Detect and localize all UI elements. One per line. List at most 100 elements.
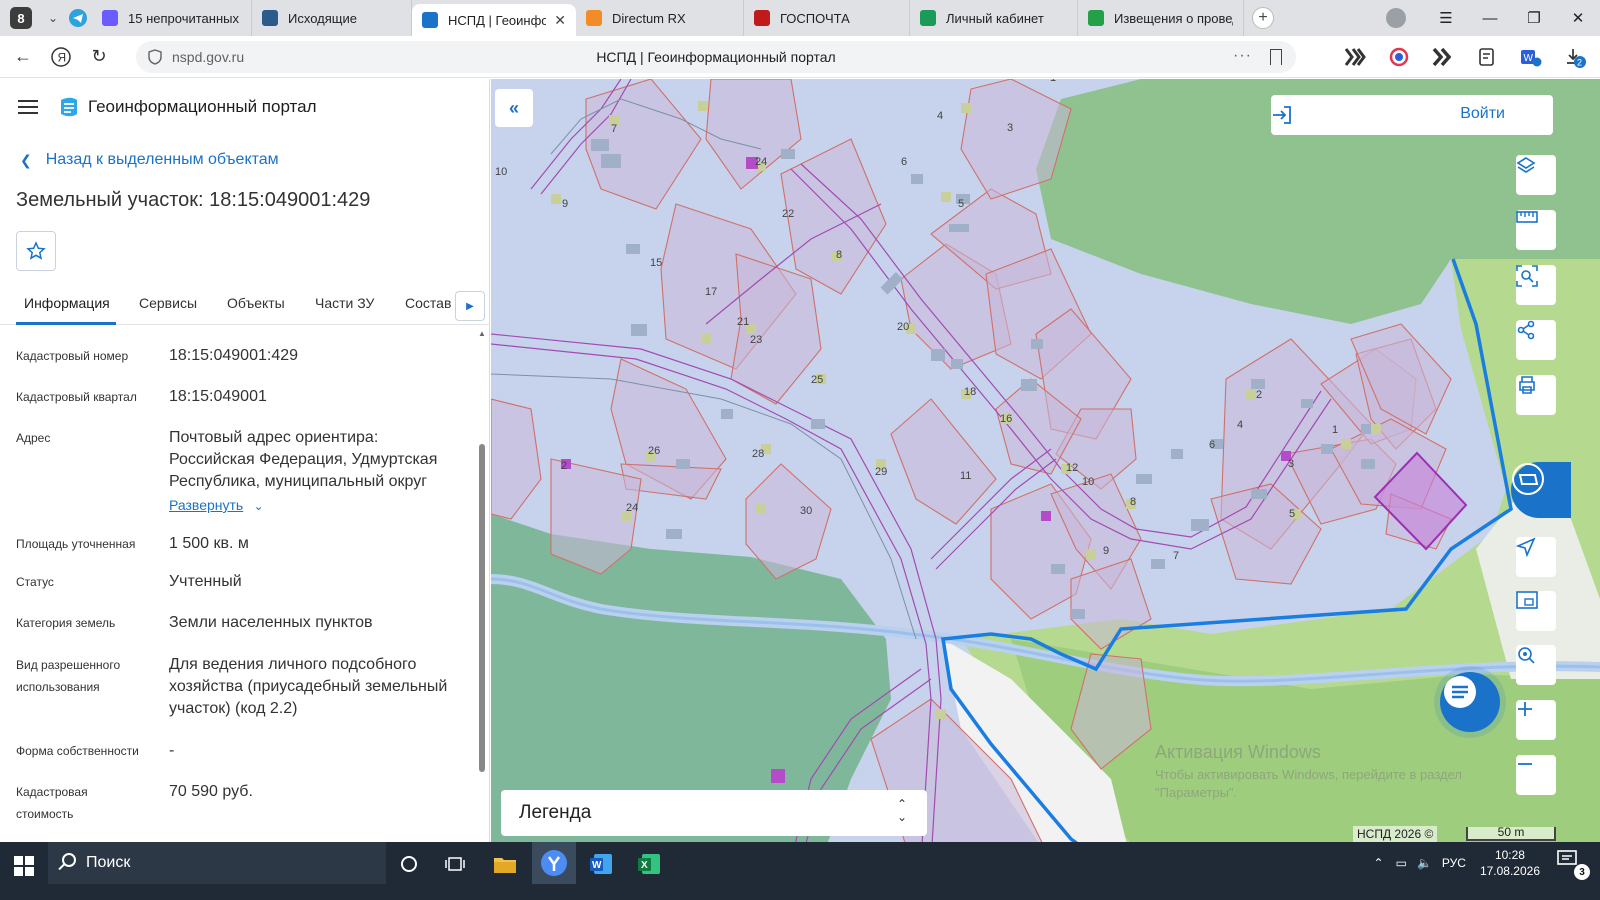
svg-text:W: W: [592, 860, 602, 871]
feedback-button[interactable]: [1511, 462, 1571, 518]
parcel-number: 2: [1256, 389, 1262, 401]
chevron-left-icon: ❮: [20, 151, 32, 168]
gosuslugi-extension-icon[interactable]: [1384, 42, 1414, 72]
restore-button[interactable]: ❐: [1512, 9, 1556, 27]
browser-tab[interactable]: Исходящие: [252, 0, 412, 36]
collections-icon[interactable]: [1472, 42, 1502, 72]
bookmark-icon[interactable]: [1270, 49, 1282, 65]
notifications-button[interactable]: 3: [1556, 848, 1590, 880]
taskbar-search[interactable]: Поиск: [48, 842, 386, 884]
expand-address-link[interactable]: Развернуть ⌄: [169, 494, 469, 517]
kontur-crypto-extension-icon[interactable]: [1428, 42, 1458, 72]
layers-button[interactable]: [1516, 155, 1556, 195]
menu-icon[interactable]: ☰: [1424, 9, 1468, 27]
parcel-number: 3: [1007, 122, 1013, 134]
minimize-button[interactable]: —: [1468, 10, 1512, 27]
ruler-button[interactable]: [1516, 210, 1556, 250]
tab-composition[interactable]: Состав: [405, 295, 451, 311]
word-extension-icon[interactable]: W: [1516, 42, 1546, 72]
scroll-up-icon[interactable]: ▲: [478, 329, 486, 338]
kontur-extension-icon[interactable]: [1340, 42, 1370, 72]
zoom-in-button[interactable]: [1516, 700, 1556, 740]
area-select-button[interactable]: [1516, 265, 1556, 305]
close-tab-icon[interactable]: ✕: [554, 12, 566, 29]
tab-information[interactable]: Информация: [24, 295, 110, 311]
parcel-number: 16: [1000, 413, 1012, 425]
chevron-down-icon: ⌄: [253, 499, 264, 513]
browser-tab[interactable]: Directum RX: [576, 0, 744, 36]
panel-scrollbar[interactable]: ▲ ▼: [478, 329, 486, 851]
back-icon[interactable]: ←: [8, 42, 38, 72]
tab-services[interactable]: Сервисы: [139, 295, 197, 311]
scrollbar-thumb[interactable]: [479, 444, 485, 772]
parcel-number: 4: [937, 110, 943, 122]
expand-collapse-icon: ⌃ ⌄: [896, 797, 907, 824]
parcel-number: 17: [705, 286, 717, 298]
login-button[interactable]: Войти: [1271, 95, 1553, 135]
svg-text:Я: Я: [58, 50, 67, 64]
browser-tab[interactable]: Извещения о провед: [1078, 0, 1244, 36]
windows-start-icon[interactable]: [14, 856, 34, 876]
map-view[interactable]: 1 3 4 6 5 7 9 10 15 17 21 23 22 8 24 20 …: [491, 79, 1600, 861]
hamburger-menu-icon[interactable]: [18, 96, 38, 118]
minimap-button[interactable]: [1516, 591, 1556, 631]
profile-avatar[interactable]: [1386, 8, 1406, 28]
address-field[interactable]: nspd.gov.ru НСПД | Геоинформационный пор…: [136, 41, 1296, 73]
more-icon[interactable]: ···: [1233, 47, 1252, 65]
task-view-icon[interactable]: [436, 846, 474, 882]
assistant-button[interactable]: [1440, 672, 1500, 732]
share-button[interactable]: [1516, 320, 1556, 360]
file-explorer-icon[interactable]: [486, 846, 524, 882]
svg-text:2: 2: [1577, 58, 1582, 68]
legend-panel[interactable]: Легенда ⌃ ⌄: [501, 790, 927, 836]
parcel-number: 8: [1130, 496, 1136, 508]
feedback-icon: [1512, 463, 1544, 495]
language-indicator[interactable]: РУС: [1442, 856, 1466, 870]
close-window-button[interactable]: ✕: [1556, 9, 1600, 27]
cortana-icon[interactable]: [390, 846, 428, 882]
yandex-browser-icon[interactable]: [532, 842, 576, 884]
area-search-icon: [1516, 265, 1538, 287]
parcel-number: 30: [800, 505, 812, 517]
excel-icon[interactable]: X: [630, 846, 668, 882]
browser-tab-active[interactable]: НСПД | Геоинфор ✕: [412, 4, 576, 36]
parcel: [491, 398, 542, 520]
network-icon[interactable]: ▭: [1396, 856, 1407, 870]
tab-list-chevron-icon[interactable]: ⌄: [42, 7, 64, 29]
tab-objects[interactable]: Объекты: [227, 295, 285, 311]
parcel-number: 5: [958, 198, 964, 210]
downloads-icon[interactable]: 2: [1560, 42, 1590, 72]
parcel-number: 8: [836, 249, 842, 261]
print-button[interactable]: [1516, 375, 1556, 415]
tabs-next-button[interactable]: ▶: [455, 291, 485, 321]
zoom-out-button[interactable]: [1516, 755, 1556, 795]
tab-parcel-parts[interactable]: Части ЗУ: [315, 295, 374, 311]
star-icon: [26, 241, 46, 260]
layers-icon: [1516, 157, 1536, 173]
geolocation-button[interactable]: [1516, 537, 1556, 577]
volume-icon[interactable]: 🔈: [1417, 856, 1432, 870]
back-to-selection-link[interactable]: ❮ Назад к выделенным объектам: [20, 151, 279, 169]
mail-icon: [262, 10, 278, 26]
parcel-number: 21: [737, 316, 749, 328]
clock[interactable]: 10:28 17.08.2026: [1480, 847, 1540, 879]
parcel: [730, 253, 822, 405]
favorite-button[interactable]: [16, 231, 56, 271]
tab-counter[interactable]: 8: [10, 7, 32, 29]
browser-tab[interactable]: ГОСПОЧТА: [744, 0, 910, 36]
new-tab-button[interactable]: +: [1252, 7, 1274, 29]
parcel-number: 25: [811, 374, 823, 386]
share-icon: [1517, 320, 1535, 340]
browser-tab[interactable]: Личный кабинет: [910, 0, 1078, 36]
telegram-pinned-tab[interactable]: [64, 0, 92, 36]
chevron-up-icon[interactable]: ⌃: [1374, 856, 1384, 870]
info-tabs: Информация Сервисы Объекты Части ЗУ Сост…: [0, 287, 490, 325]
browser-tab[interactable]: 15 непрочитанных ч: [92, 0, 252, 36]
search-location-button[interactable]: [1516, 645, 1556, 685]
parcel-number: 2: [561, 460, 567, 472]
collapse-panel-button[interactable]: «: [495, 89, 533, 127]
word-icon[interactable]: W: [582, 846, 620, 882]
reload-icon[interactable]: ↻: [84, 42, 114, 72]
parcel-number: 7: [1173, 550, 1179, 562]
yandex-icon[interactable]: Я: [46, 42, 76, 72]
